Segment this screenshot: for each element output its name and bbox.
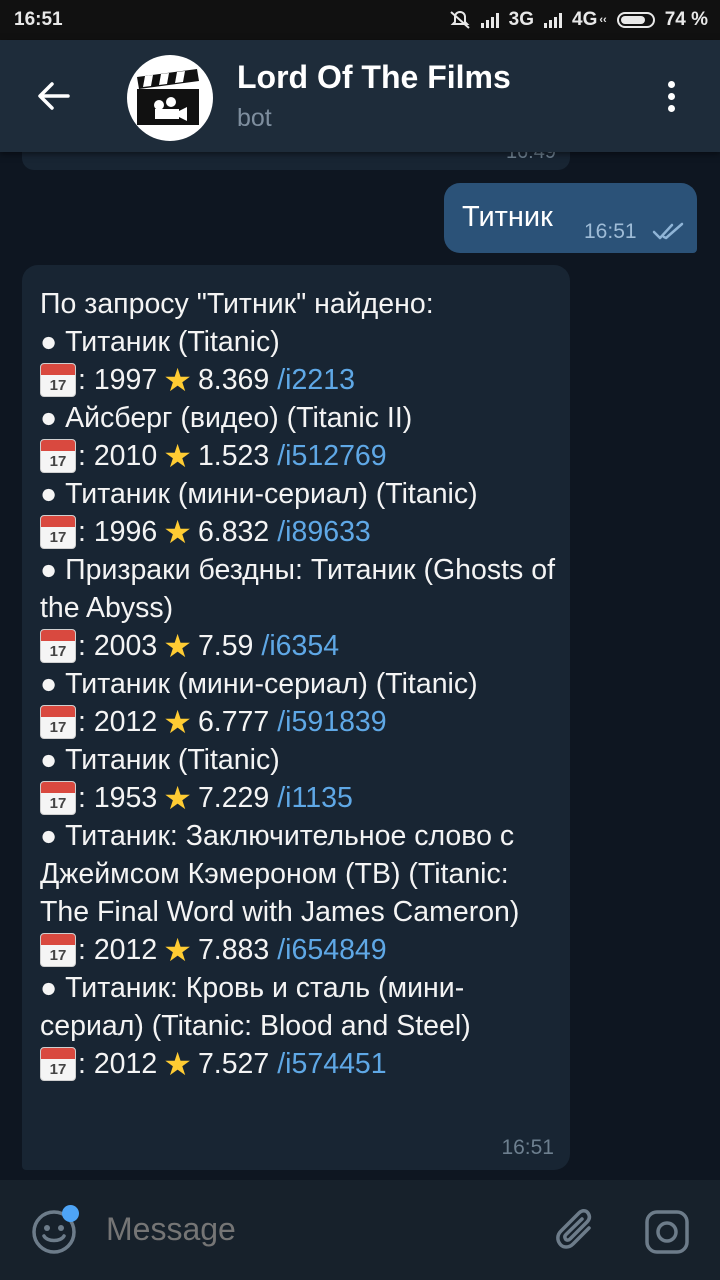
result-meta: 17: 2012 ★ 7.527/i574451 xyxy=(40,1045,560,1083)
result-title: ● Титаник (мини-сериал) (Titanic) xyxy=(40,478,478,510)
battery-icon xyxy=(616,12,655,28)
message-time: 16:51 xyxy=(501,1136,554,1159)
result-meta: 17: 2010 ★ 1.523/i512769 xyxy=(40,437,560,475)
star-icon: ★ xyxy=(163,514,192,550)
battery-level: 74 % xyxy=(664,9,708,30)
result-link[interactable]: /i591839 xyxy=(277,703,386,741)
result-year: : 1996 xyxy=(78,516,158,548)
result-title: ● Титаник (Titanic) xyxy=(40,744,280,776)
signal-1-icon xyxy=(480,12,499,28)
result-rating: 7.527 xyxy=(197,1048,270,1080)
clapperboard-icon xyxy=(137,69,199,125)
message-text: Титник xyxy=(462,201,553,233)
result-year: : 2012 xyxy=(78,706,158,738)
result-rating: 6.832 xyxy=(197,516,270,548)
status-icons: 3G 4G ‹‹ 74 % xyxy=(449,9,708,31)
result-year: : 2010 xyxy=(78,440,158,472)
message-input[interactable] xyxy=(104,1210,528,1249)
notification-dot xyxy=(62,1205,79,1222)
message-time: 16:49 xyxy=(505,152,556,163)
status-time: 16:51 xyxy=(14,9,63,30)
result-link[interactable]: /i654849 xyxy=(277,931,386,969)
network-type-1: 3G xyxy=(508,9,534,30)
star-icon: ★ xyxy=(163,704,192,740)
calendar-icon: 17 xyxy=(40,439,76,473)
result-link[interactable]: /i1135 xyxy=(277,779,353,817)
result-link[interactable]: /i2213 xyxy=(277,361,355,399)
result-year: : 2012 xyxy=(78,1048,158,1080)
calendar-icon: 17 xyxy=(40,781,76,815)
search-results: По запросу "Титник" найдено: ● Титаник (… xyxy=(40,285,560,1083)
star-icon: ★ xyxy=(163,932,192,968)
calendar-icon: 17 xyxy=(40,515,76,549)
search-intro: По запросу "Титник" найдено: xyxy=(40,288,434,320)
message-time: 16:51 xyxy=(584,220,637,243)
result-link[interactable]: /i512769 xyxy=(277,437,386,475)
mute-notifications-icon xyxy=(449,10,470,29)
back-arrow-icon[interactable] xyxy=(30,74,80,118)
incoming-message[interactable]: По запросу "Титник" найдено: ● Титаник (… xyxy=(22,265,570,1170)
result-meta: 17: 2012 ★ 7.883/i654849 xyxy=(40,931,560,969)
camera-icon[interactable] xyxy=(643,1208,691,1256)
calendar-icon: 17 xyxy=(40,705,76,739)
calendar-icon: 17 xyxy=(40,933,76,967)
star-icon: ★ xyxy=(163,780,192,816)
result-meta: 17: 2003 ★ 7.59/i6354 xyxy=(40,627,560,665)
result-rating: 6.777 xyxy=(197,706,270,738)
result-title: ● Айсберг (видео) (Titanic II) xyxy=(40,402,413,434)
calendar-icon: 17 xyxy=(40,629,76,663)
result-title: ● Титаник: Заключительное слово с Джеймс… xyxy=(40,820,520,928)
result-link[interactable]: /i89633 xyxy=(277,513,371,551)
bot-avatar[interactable] xyxy=(127,55,213,141)
star-icon: ★ xyxy=(163,1046,192,1082)
network-type-2: 4G xyxy=(572,9,598,30)
result-rating: 1.523 xyxy=(197,440,270,472)
result-title: ● Титаник: Кровь и сталь (мини-сериал) (… xyxy=(40,972,471,1042)
star-icon: ★ xyxy=(163,628,192,664)
message-input-bar xyxy=(0,1180,720,1280)
chat-subtitle: bot xyxy=(237,104,272,132)
result-link[interactable]: /i6354 xyxy=(261,627,339,665)
result-title: ● Титаник (Titanic) xyxy=(40,326,280,358)
result-meta: 17: 2012 ★ 6.777/i591839 xyxy=(40,703,560,741)
result-year: : 2003 xyxy=(78,630,158,662)
star-icon: ★ xyxy=(163,438,192,474)
chat-title: Lord Of The Films xyxy=(237,59,511,95)
result-rating: 8.369 xyxy=(197,364,270,396)
calendar-icon: 17 xyxy=(40,1047,76,1081)
previous-message-bubble: 16:49 xyxy=(22,152,570,170)
result-year: : 1953 xyxy=(78,782,158,814)
result-year: : 1997 xyxy=(78,364,158,396)
more-options-icon[interactable] xyxy=(656,76,686,118)
outgoing-message[interactable]: Титник 16:51 xyxy=(444,183,697,253)
signal-2-icon xyxy=(544,12,562,28)
calendar-icon: 17 xyxy=(40,363,76,397)
result-title: ● Призраки бездны: Титаник (Ghosts of th… xyxy=(40,554,555,624)
status-bar: 16:51 3G 4G ‹‹ 74 % xyxy=(0,0,720,40)
result-year: : 2012 xyxy=(78,934,158,966)
result-rating: 7.59 xyxy=(197,630,254,662)
result-rating: 7.229 xyxy=(197,782,270,814)
result-meta: 17: 1996 ★ 6.832/i89633 xyxy=(40,513,560,551)
result-title: ● Титаник (мини-сериал) (Titanic) xyxy=(40,668,478,700)
double-check-icon xyxy=(652,222,684,240)
result-meta: 17: 1997 ★ 8.369/i2213 xyxy=(40,361,560,399)
attach-icon[interactable] xyxy=(553,1206,599,1256)
result-link[interactable]: /i574451 xyxy=(277,1045,386,1083)
result-meta: 17: 1953 ★ 7.229/i1135 xyxy=(40,779,560,817)
result-rating: 7.883 xyxy=(197,934,270,966)
message-list[interactable]: 16:49 Титник 16:51 По запросу "Титник" н… xyxy=(0,152,720,1180)
chat-header: Lord Of The Films bot xyxy=(0,40,720,152)
network-activity: ‹‹ xyxy=(599,14,607,26)
star-icon: ★ xyxy=(163,362,192,398)
